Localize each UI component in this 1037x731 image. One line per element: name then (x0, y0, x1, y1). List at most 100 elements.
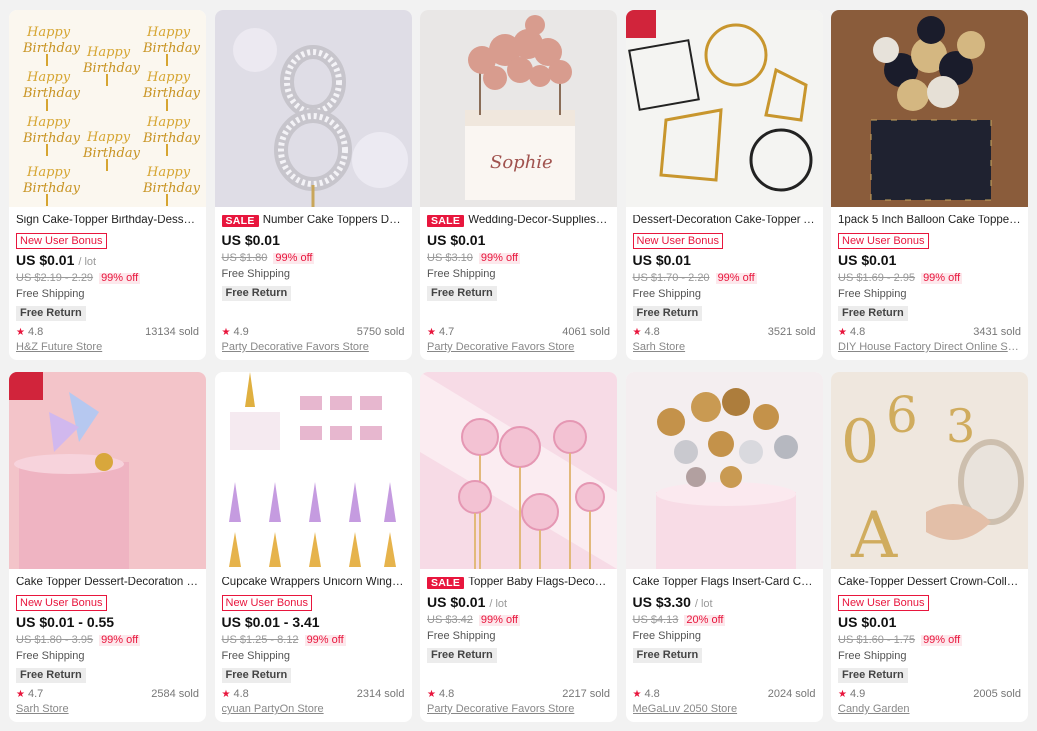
product-image[interactable] (9, 372, 206, 569)
price-row: US $0.01 / lot (16, 253, 199, 269)
product-card[interactable]: Cake Topper Flags Insert-Card Cake Balls… (625, 372, 823, 722)
free-return-badge: Free Return (632, 306, 703, 321)
original-price-row: US $1.69 - 2.95 99% off (838, 272, 1021, 285)
star-icon: ★ (221, 327, 231, 338)
discount-label: 99% off (273, 252, 315, 264)
store-link[interactable]: Party Decorative Favors Store (427, 341, 610, 353)
product-title[interactable]: Cake Topper Flags Insert-Card Cake Balls (633, 577, 816, 589)
product-image[interactable] (831, 10, 1028, 207)
store-link[interactable]: Party Decorative Favors Store (427, 703, 610, 715)
product-image[interactable]: 0 6 3 A (831, 372, 1028, 569)
product-image[interactable]: Happy Birthday Happy Birthday Happy Birthday H… (9, 10, 206, 207)
discount-label: 99% off (478, 252, 520, 264)
product-title[interactable]: Cake Topper Dessert-Decoration Lovely (16, 577, 199, 589)
return-wrap: Free Return (427, 282, 610, 301)
rating: ★ 4.7 (427, 326, 454, 338)
free-return-badge: Free Return (427, 648, 497, 663)
product-title[interactable]: Number Cake Toppers Decoration (263, 215, 405, 227)
product-info: SALE Number Cake Toppers Decoration US $… (215, 207, 412, 301)
store-link[interactable]: Sarh Store (633, 341, 816, 353)
butterfly-pink-cake-image (9, 372, 206, 569)
star-icon: ★ (16, 689, 25, 700)
original-price-row: US $1.80 - 3.95 99% off (16, 634, 199, 647)
svg-text:Birthday: Birthday (22, 131, 81, 146)
rating: ★ 4.9 (838, 688, 865, 700)
rating-sold-row: ★ 4.9 5750 sold (222, 326, 405, 338)
shipping-label: Free Shipping (16, 288, 85, 300)
new-user-bonus-badge: New User Bonus (632, 233, 724, 249)
product-card[interactable]: Sophie SALE Wedding-Decor-Supplies Toppe… (420, 10, 617, 360)
product-card[interactable]: 0 6 3 A Cake-Topper Dessert Crown-Collec… (831, 372, 1028, 722)
store-link[interactable]: cyuan PartyOn Store (222, 703, 405, 715)
store-link[interactable]: Candy Garden (838, 703, 1021, 715)
product-card[interactable]: Cupcake Wrappers Unicorn Wings-Toppers N… (214, 372, 412, 722)
price-row: US $0.01 (633, 253, 816, 269)
original-price: US $1.80 - 3.95 (16, 634, 94, 646)
store-link[interactable]: MeGaLuv 2050 Store (633, 703, 816, 715)
original-price-row: US $2.19 - 2.29 99% off (16, 272, 199, 285)
product-title[interactable]: 1pack 5 Inch Balloon Cake Topper Decorat… (838, 215, 1021, 227)
star-icon: ★ (838, 689, 847, 700)
store-link[interactable]: H&Z Future Store (16, 341, 199, 353)
svg-text:Birthday: Birthday (22, 41, 81, 56)
product-price: US $0.01 - 3.41 (221, 614, 320, 630)
price-row: US $0.01 (838, 615, 1021, 631)
sold-count: 4061 sold (562, 326, 610, 338)
return-wrap: Free Return (16, 302, 199, 321)
product-card[interactable]: Happy Birthday Happy Birthday Happy Birthday H… (9, 10, 206, 360)
price-unit: / lot (694, 598, 713, 610)
store-link[interactable]: Sarh Store (16, 703, 199, 715)
original-price-row: US $3.10 99% off (427, 252, 610, 265)
original-price-row: US $3.42 99% off (427, 614, 610, 627)
product-card[interactable]: Dessert-Decoration Cake-Topper Acrylic N… (625, 10, 823, 360)
product-image[interactable] (420, 372, 617, 569)
return-wrap: Free Return (221, 664, 405, 683)
product-image[interactable] (214, 10, 412, 207)
price-row: US $0.01 (222, 233, 405, 249)
product-card[interactable]: SALE Number Cake Toppers Decoration US $… (214, 10, 412, 360)
product-title[interactable]: Cupcake Wrappers Unicorn Wings-Toppers (222, 577, 405, 589)
star-icon: ★ (838, 327, 847, 338)
shipping-label: Free Shipping (427, 630, 496, 642)
product-card[interactable]: 1pack 5 Inch Balloon Cake Topper Decorat… (831, 10, 1028, 360)
product-image[interactable] (625, 372, 823, 569)
title-row: Cake-Topper Dessert Crown-Collection (838, 575, 1021, 591)
product-info: Dessert-Decoration Cake-Topper Acrylic N… (626, 207, 823, 321)
new-user-bonus-badge: New User Bonus (838, 233, 929, 249)
sale-badge: SALE (427, 214, 465, 228)
black-balloon-cake-image (831, 10, 1028, 207)
product-image[interactable]: Sophie (420, 10, 617, 207)
product-image[interactable] (214, 372, 412, 569)
product-info: Cake-Topper Dessert Crown-Collection New… (831, 569, 1028, 683)
store-link[interactable]: Party Decorative Favors Store (222, 341, 405, 353)
shipping-label: Free Shipping (632, 288, 702, 300)
product-title[interactable]: Wedding-Decor-Supplies Topper (468, 215, 610, 227)
free-return-badge: Free Return (632, 648, 703, 663)
price-row: US $0.01 - 3.41 (222, 615, 405, 631)
rating-value: 4.7 (27, 688, 44, 700)
rating: ★ 4.8 (633, 326, 660, 338)
product-title[interactable]: Sign Cake-Topper Birthday-Dessert Decora… (16, 215, 199, 227)
return-wrap: Free Return (16, 664, 199, 683)
rating-sold-row: ★ 4.8 13134 sold (16, 326, 199, 338)
svg-text:0: 0 (841, 407, 879, 477)
product-card[interactable]: Cake Topper Dessert-Decoration Lovely Ne… (9, 372, 206, 722)
rating-sold-row: ★ 4.7 4061 sold (427, 326, 610, 338)
product-title[interactable]: Topper Baby Flags-Decoration (468, 577, 610, 589)
original-price: US $1.25 - 8.12 (221, 634, 299, 646)
product-image[interactable] (625, 10, 823, 207)
product-title[interactable]: Cake-Topper Dessert Crown-Collection (838, 577, 1021, 589)
product-card[interactable]: SALE Topper Baby Flags-Decoration US $0.… (420, 372, 617, 722)
rating-sold-row: ★ 4.9 2005 sold (838, 688, 1021, 700)
original-price: US $3.42 (427, 614, 473, 626)
product-title[interactable]: Dessert-Decoration Cake-Topper Acrylic (633, 215, 816, 227)
original-price-row: US $4.13 20% off (633, 614, 816, 627)
rating: ★ 4.9 (222, 326, 249, 338)
sale-badge: SALE (221, 214, 259, 228)
discount-label: 99% off (921, 634, 963, 646)
return-wrap: Free Return (427, 644, 610, 663)
rating-value: 4.8 (27, 326, 44, 338)
rating-sold-row: ★ 4.8 2314 sold (222, 688, 405, 700)
discount-label: 20% off (684, 614, 726, 626)
store-link[interactable]: DIY House Factory Direct Online Store (838, 341, 1021, 353)
